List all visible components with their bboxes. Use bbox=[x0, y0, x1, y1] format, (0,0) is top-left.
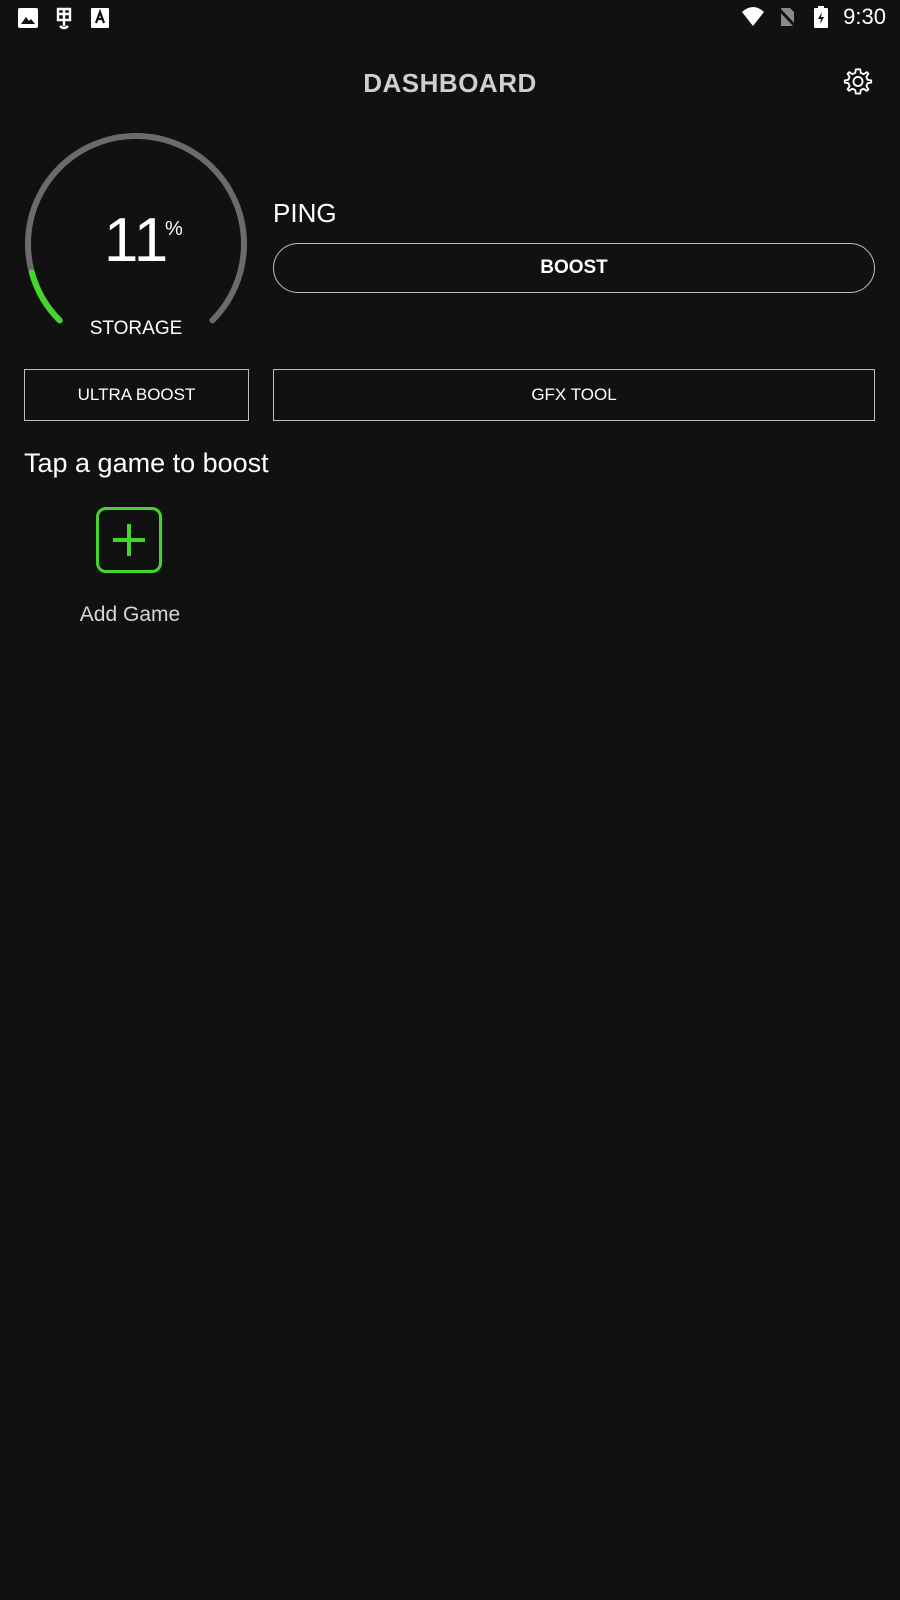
gauge-unit: % bbox=[165, 218, 183, 240]
toolbar: DASHBOARD bbox=[0, 54, 900, 114]
bug-icon bbox=[56, 7, 72, 30]
settings-button[interactable] bbox=[842, 66, 874, 98]
ultra-boost-button[interactable]: ULTRA BOOST bbox=[24, 369, 249, 421]
font-icon bbox=[91, 8, 109, 28]
status-time: 9:30 bbox=[843, 4, 886, 29]
boost-button[interactable]: BOOST bbox=[273, 243, 875, 293]
ping-label: PING bbox=[273, 198, 337, 228]
gauge-value: 11 bbox=[22, 210, 250, 272]
storage-gauge: 11 % STORAGE bbox=[22, 130, 250, 358]
status-bar-left bbox=[16, 6, 112, 30]
gauge-fill bbox=[28, 269, 63, 324]
gauge-number: 11 bbox=[103, 206, 169, 275]
battery-charging-icon bbox=[814, 6, 829, 28]
ultra-boost-label: ULTRA BOOST bbox=[77, 385, 196, 404]
page-title: DASHBOARD bbox=[363, 68, 537, 98]
add-game-label: Add Game bbox=[79, 603, 181, 626]
no-sim-icon bbox=[777, 6, 798, 29]
gear-icon bbox=[843, 68, 873, 95]
plus-icon bbox=[113, 524, 145, 556]
wifi-icon bbox=[742, 7, 765, 26]
gfx-tool-label: GFX TOOL bbox=[531, 385, 617, 404]
image-icon bbox=[18, 8, 38, 28]
boost-button-label: BOOST bbox=[540, 257, 608, 278]
gauge-label: STORAGE bbox=[89, 318, 183, 339]
status-bar-right: 9:30 bbox=[741, 4, 886, 30]
gfx-tool-button[interactable]: GFX TOOL bbox=[273, 369, 875, 421]
add-game-tile bbox=[96, 507, 162, 573]
games-section-title: Tap a game to boost bbox=[24, 448, 269, 478]
add-game-button[interactable]: Add Game bbox=[60, 505, 200, 635]
status-bar: 9:30 bbox=[0, 0, 900, 36]
